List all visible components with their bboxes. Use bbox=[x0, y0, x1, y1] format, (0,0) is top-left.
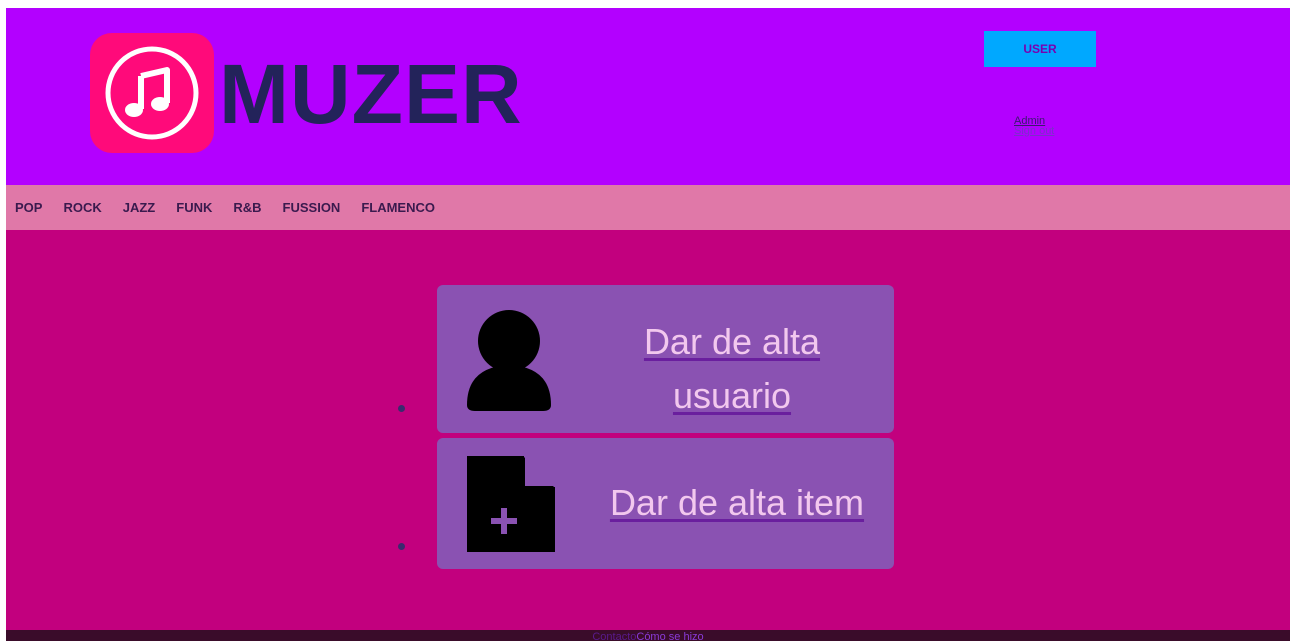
user-icon bbox=[465, 309, 555, 416]
footer: ContactoCómo se hizo bbox=[6, 630, 1290, 641]
list-bullet bbox=[398, 405, 405, 412]
page: MUZER USER Admin Sign out POP ROCK JAZZ … bbox=[6, 8, 1290, 641]
user-button[interactable]: USER bbox=[984, 31, 1096, 67]
add-user-link[interactable]: Dar de alta usuario bbox=[612, 315, 852, 423]
nav-item-fussion[interactable]: FUSSION bbox=[283, 200, 341, 215]
add-user-card[interactable]: Dar de alta usuario bbox=[437, 285, 894, 433]
header: MUZER USER Admin Sign out bbox=[6, 8, 1290, 185]
list-bullet bbox=[398, 543, 405, 550]
music-note-icon[interactable] bbox=[90, 33, 214, 153]
sign-out-link[interactable]: Sign out bbox=[1014, 126, 1054, 137]
how-made-link[interactable]: Cómo se hizo bbox=[636, 631, 703, 641]
contact-text: Contacto bbox=[592, 631, 637, 641]
new-file-icon bbox=[467, 456, 555, 557]
genre-nav: POP ROCK JAZZ FUNK R&B FUSSION FLAMENCO bbox=[6, 185, 1290, 230]
nav-item-rock[interactable]: ROCK bbox=[63, 200, 101, 215]
user-menu: Admin Sign out bbox=[1014, 116, 1054, 137]
brand-title: MUZER bbox=[219, 47, 523, 141]
nav-item-rnb[interactable]: R&B bbox=[233, 200, 261, 215]
add-item-card[interactable]: Dar de alta item bbox=[437, 438, 894, 569]
nav-item-funk[interactable]: FUNK bbox=[176, 200, 212, 215]
nav-item-pop[interactable]: POP bbox=[15, 200, 42, 215]
add-item-link[interactable]: Dar de alta item bbox=[597, 478, 877, 528]
nav-item-jazz[interactable]: JAZZ bbox=[123, 200, 156, 215]
nav-item-flamenco[interactable]: FLAMENCO bbox=[361, 200, 435, 215]
